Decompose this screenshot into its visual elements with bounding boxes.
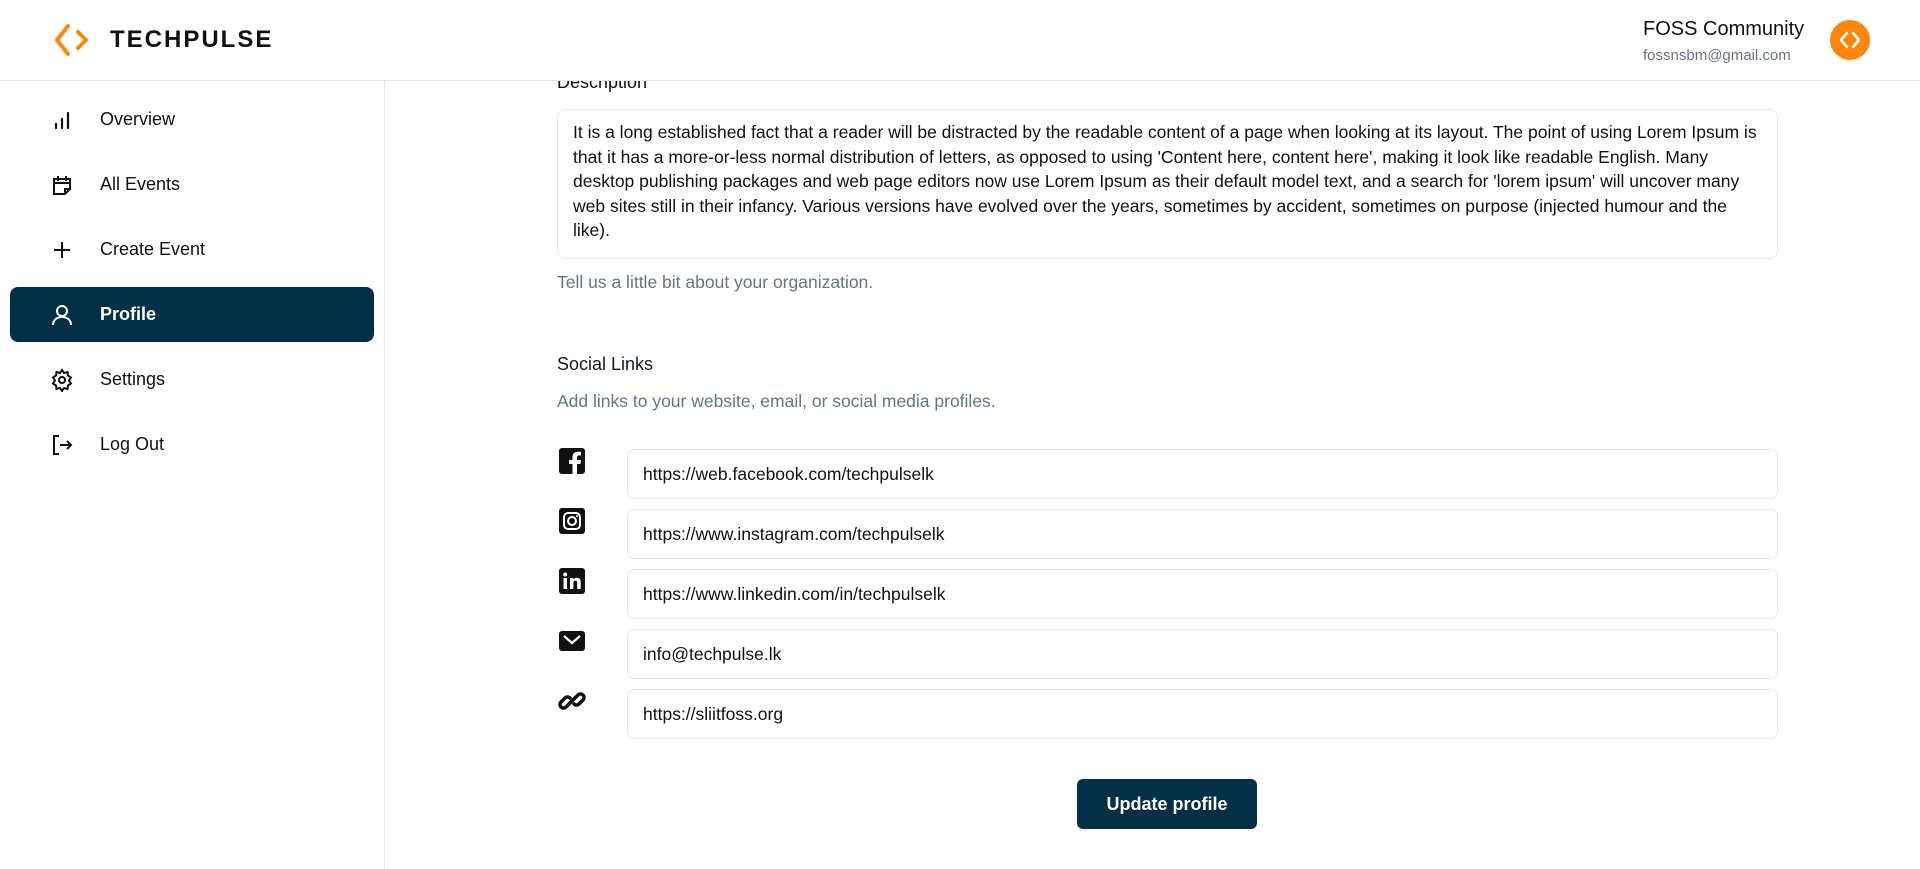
update-profile-button[interactable]: Update profile: [1077, 779, 1257, 829]
description-hint: Tell us a little bit about your organiza…: [557, 272, 874, 292]
user-info: FOSS Community fossnsbm@gmail.com: [1643, 18, 1804, 64]
profile-form: Description It is a long established fac…: [385, 72, 1920, 869]
facebook-input[interactable]: https://web.facebook.com/techpulselk: [627, 449, 1778, 499]
sidebar: Overview All Events Create Event Profile…: [0, 81, 385, 869]
sidebar-item-create-event[interactable]: Create Event: [10, 222, 374, 277]
sidebar-item-label: All Events: [100, 174, 181, 194]
user-name: FOSS Community: [1643, 18, 1805, 40]
avatar[interactable]: [1830, 20, 1870, 60]
linkedin-input[interactable]: https://www.linkedin.com/in/techpulselk: [627, 569, 1778, 619]
facebook-icon: [559, 448, 585, 475]
sidebar-item-label: Profile: [100, 304, 157, 324]
sidebar-item-label: Settings: [100, 369, 166, 389]
instagram-input[interactable]: https://www.instagram.com/techpulselk: [627, 509, 1778, 559]
sidebar-item-profile[interactable]: Profile: [10, 287, 374, 342]
plus-icon: [54, 242, 70, 258]
header: TECHPULSE FOSS Community fossnsbm@gmail.…: [0, 0, 1920, 81]
link-icon: [558, 692, 586, 710]
linkedin-icon: [559, 568, 585, 594]
sidebar-item-all-events[interactable]: All Events: [10, 157, 374, 212]
user-email: fossnsbm@gmail.com: [1643, 47, 1791, 64]
instagram-icon: [559, 508, 585, 534]
logout-icon: [53, 435, 73, 455]
sidebar-item-label: Create Event: [100, 239, 206, 259]
logo[interactable]: TECHPULSE: [54, 22, 273, 58]
bar-chart-icon: [54, 111, 70, 130]
code-brackets-icon: [55, 24, 88, 56]
description-textarea[interactable]: It is a long established fact that a rea…: [557, 109, 1778, 259]
calendar-icon: [53, 176, 71, 195]
gear-icon: [51, 368, 73, 392]
brand-name: TECHPULSE: [110, 26, 274, 53]
sidebar-item-log-out[interactable]: Log Out: [10, 417, 374, 472]
sidebar-item-label: Log Out: [100, 434, 165, 454]
code-brackets-icon: [1839, 31, 1861, 49]
sidebar-item-settings[interactable]: Settings: [10, 352, 374, 407]
sidebar-item-label: Overview: [100, 109, 176, 129]
social-links-title: Social Links: [557, 354, 654, 374]
user-icon: [52, 305, 72, 326]
sidebar-item-overview[interactable]: Overview: [10, 92, 374, 147]
email-input[interactable]: info@techpulse.lk: [627, 629, 1778, 679]
mail-icon: [559, 631, 585, 651]
social-links-hint: Add links to your website, email, or soc…: [557, 391, 996, 411]
website-input[interactable]: https://sliitfoss.org: [627, 689, 1778, 739]
